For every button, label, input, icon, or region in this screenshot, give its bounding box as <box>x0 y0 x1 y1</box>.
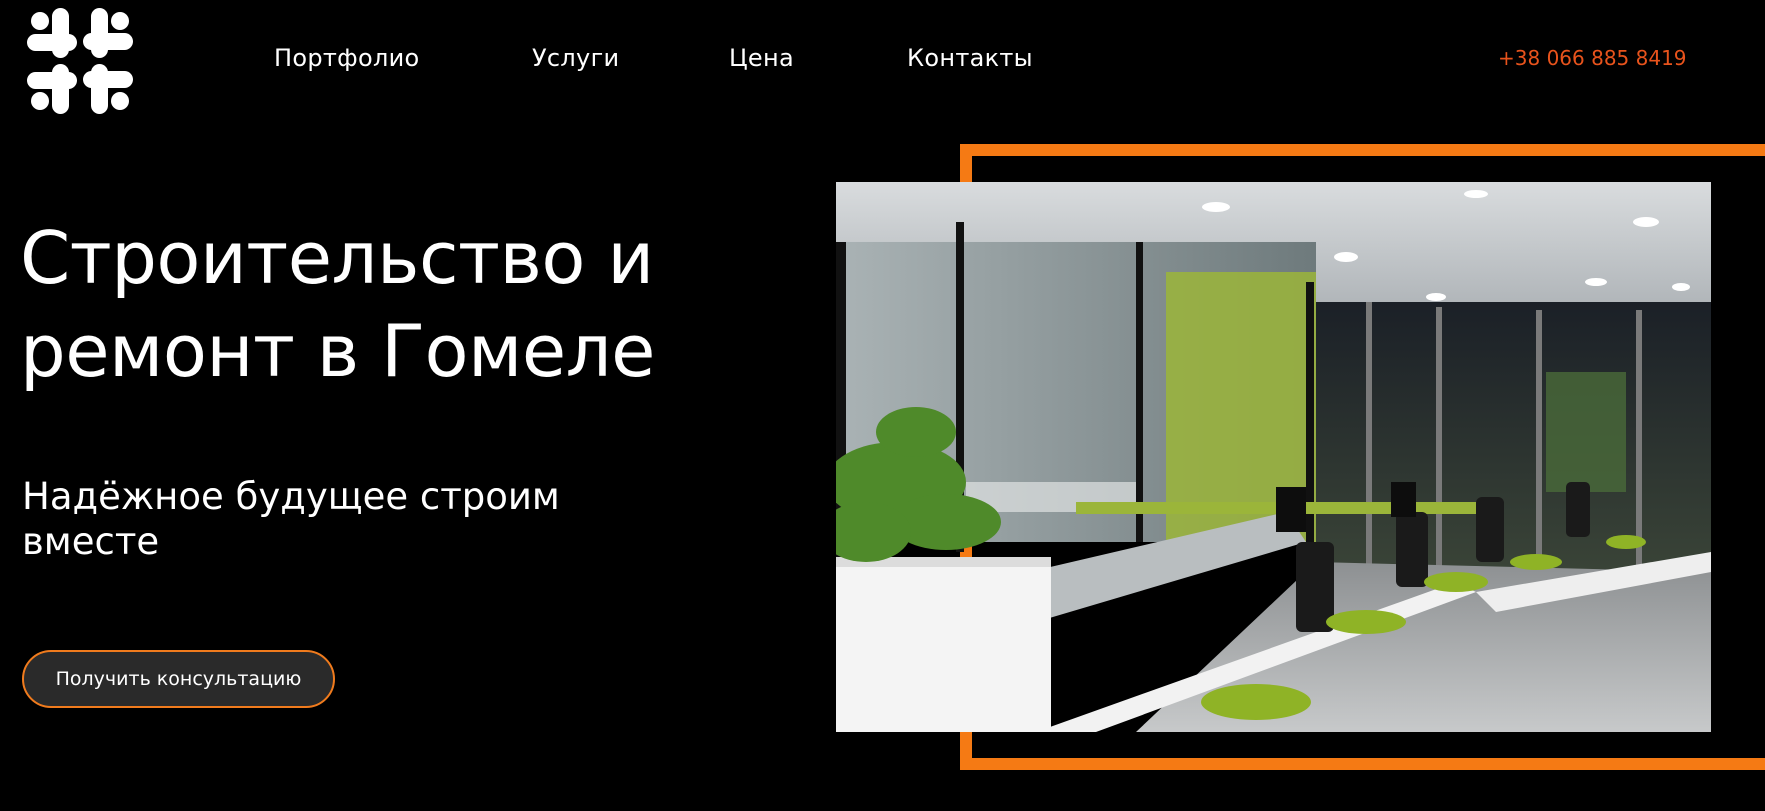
phone-link[interactable]: +38 066 885 8419 <box>1498 40 1687 76</box>
hero-title: Строительство и ремонт в Гомеле <box>20 216 655 393</box>
office-interior-photo <box>836 182 1711 732</box>
nav-link-services[interactable]: Услуги <box>532 40 619 76</box>
nav-link-price[interactable]: Цена <box>729 40 794 76</box>
nav-link-contacts[interactable]: Контакты <box>907 40 1033 76</box>
hero-subtitle: Надёжное будущее строим вместе <box>22 475 560 563</box>
consultation-button[interactable]: Получить консультацию <box>22 650 335 708</box>
nav-link-portfolio[interactable]: Портфолио <box>274 40 419 76</box>
logo-icon[interactable] <box>27 8 133 114</box>
